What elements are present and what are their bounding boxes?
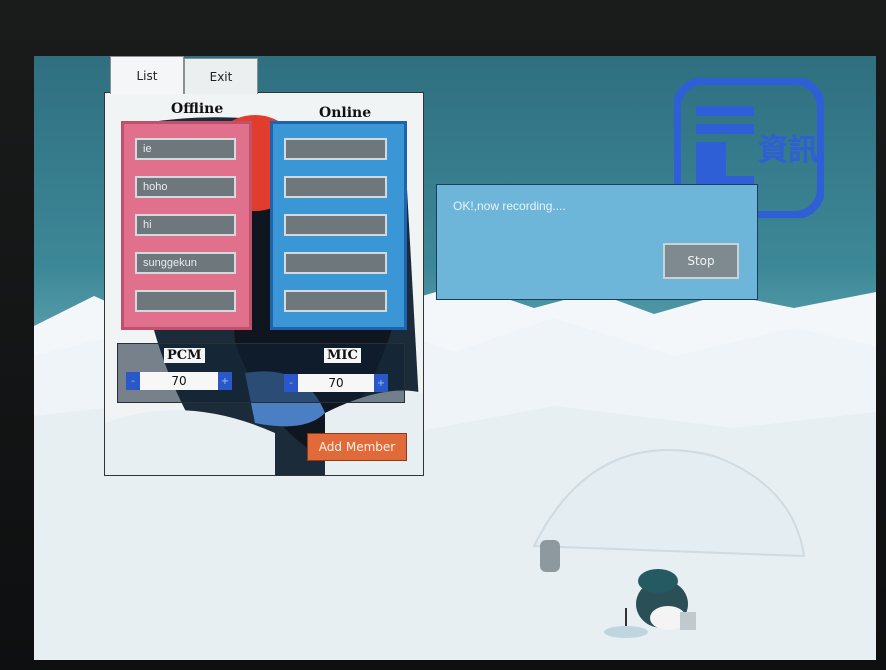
recording-dialog: OK!,now recording.... Stop xyxy=(436,184,758,300)
offline-member-slot[interactable]: sunggekun xyxy=(135,252,236,274)
mic-decrement-button[interactable]: - xyxy=(284,374,298,392)
tab-exit[interactable]: Exit xyxy=(184,58,258,94)
online-member-slot[interactable] xyxy=(284,252,387,274)
offline-member-slot[interactable]: ie xyxy=(135,138,236,160)
offline-member-list: ie hoho hi sunggekun xyxy=(121,121,252,330)
stop-button[interactable]: Stop xyxy=(663,243,739,279)
offline-member-slot[interactable]: hi xyxy=(135,214,236,236)
desktop-screen: 資訊 Offline Online ie hoho hi sunggekun P… xyxy=(34,56,876,660)
pcm-stepper[interactable]: - 70 + xyxy=(126,372,232,390)
online-member-slot[interactable] xyxy=(284,290,387,312)
offline-header: Offline xyxy=(171,101,224,117)
online-header: Online xyxy=(319,105,372,121)
mic-increment-button[interactable]: + xyxy=(374,374,388,392)
volume-controls: PCM - 70 + MIC - 70 + xyxy=(117,343,405,403)
main-tabs: List Exit xyxy=(110,56,258,94)
offline-member-slot[interactable]: hoho xyxy=(135,176,236,198)
pcm-value[interactable]: 70 xyxy=(140,372,218,390)
mic-value[interactable]: 70 xyxy=(298,374,374,392)
svg-text:資訊: 資訊 xyxy=(758,133,818,168)
online-member-list xyxy=(270,121,407,330)
recording-status-message: OK!,now recording.... xyxy=(453,199,566,213)
mic-label: MIC xyxy=(324,348,361,363)
online-member-slot[interactable] xyxy=(284,138,387,160)
online-member-slot[interactable] xyxy=(284,214,387,236)
online-member-slot[interactable] xyxy=(284,176,387,198)
add-member-button[interactable]: Add Member xyxy=(307,433,407,461)
tab-list[interactable]: List xyxy=(110,56,184,94)
pcm-increment-button[interactable]: + xyxy=(218,372,232,390)
pcm-label: PCM xyxy=(164,348,205,363)
mic-stepper[interactable]: - 70 + xyxy=(284,374,388,392)
offline-member-slot[interactable] xyxy=(135,290,236,312)
member-list-panel: Offline Online ie hoho hi sunggekun PCM … xyxy=(104,92,424,476)
pcm-decrement-button[interactable]: - xyxy=(126,372,140,390)
